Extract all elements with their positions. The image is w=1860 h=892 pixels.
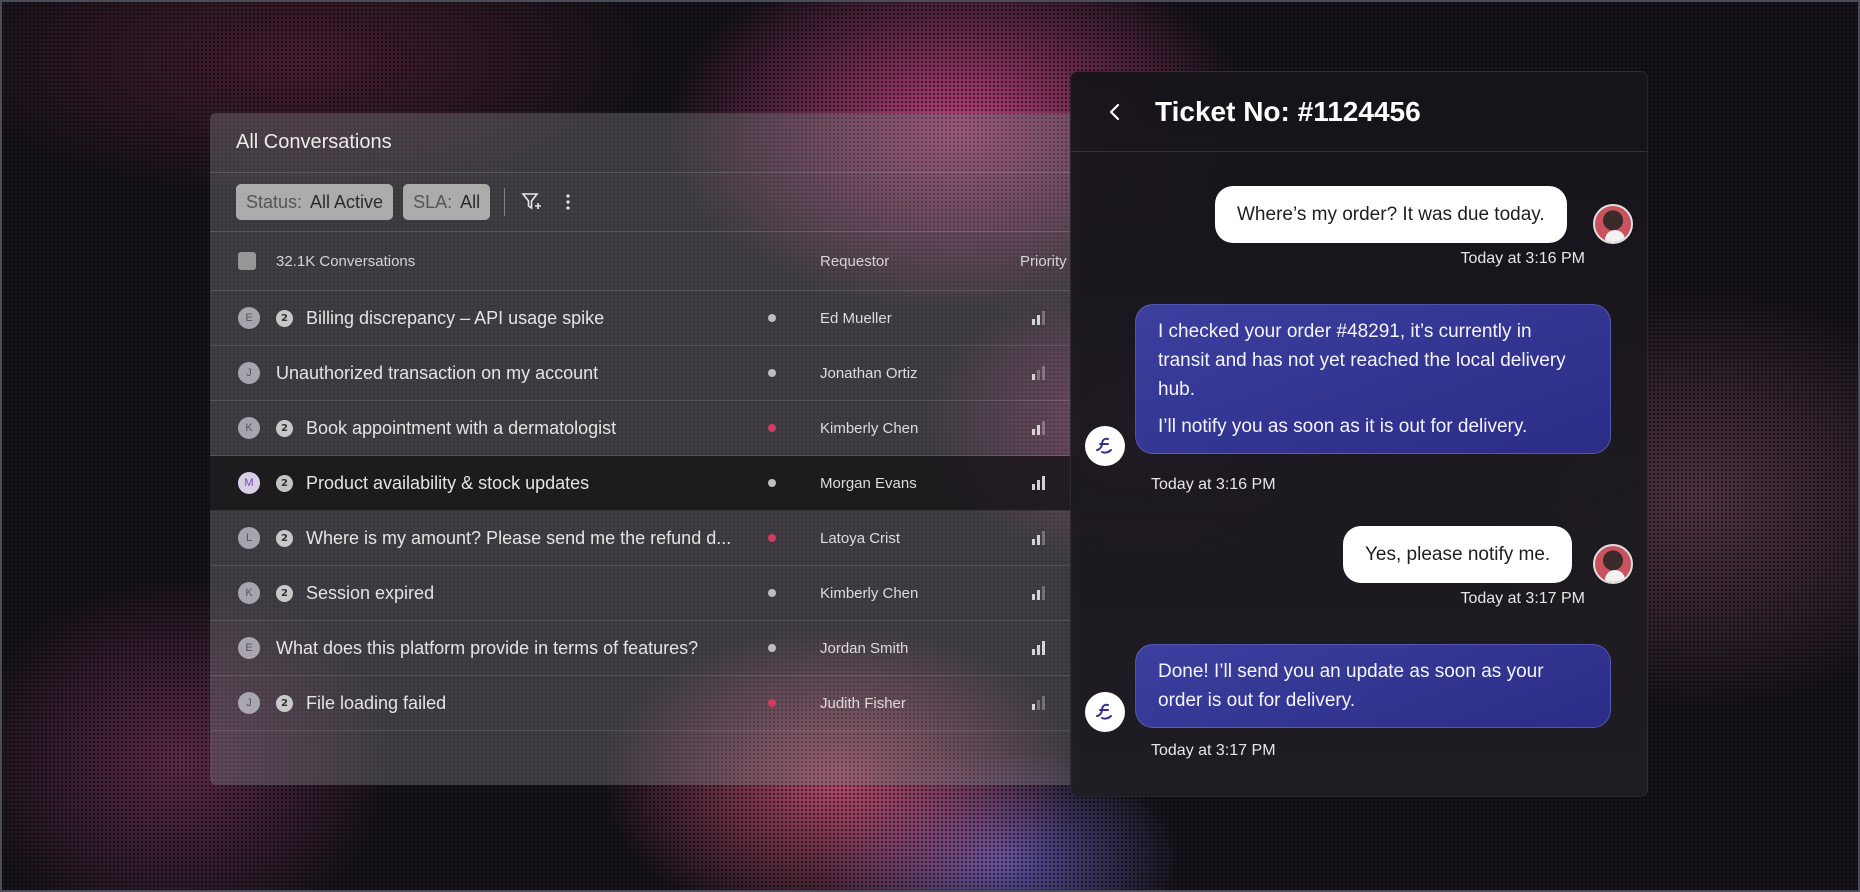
conversation-subject: Unauthorized transaction on my account [276, 362, 599, 383]
conversation-subject: Session expired [306, 582, 435, 603]
status-dot [768, 424, 776, 432]
status-dot [768, 479, 776, 487]
priority-column-header[interactable]: Priority [1020, 253, 1067, 270]
filter-bar: Status: All Active SLA: All [210, 173, 1080, 232]
message-timestamp: Today at 3:17 PM [1460, 590, 1585, 607]
requestor-name: Kimberly Chen [820, 584, 919, 602]
requestor-avatar: E [238, 307, 260, 329]
status-dot [768, 644, 776, 652]
sla-filter-key: SLA: [413, 191, 453, 212]
bot-avatar [1085, 692, 1125, 732]
priority-bars-icon [1032, 366, 1045, 380]
conversation-row[interactable]: K 2 Session expired Kimberly Chen [210, 566, 1080, 621]
more-vertical-icon[interactable] [555, 189, 581, 215]
conversation-list: E 2 Billing discrepancy – API usage spike E… [210, 291, 1080, 731]
message-timestamp: Today at 3:17 PM [1151, 742, 1276, 759]
requestor-name: Jordan Smith [820, 639, 909, 657]
requestor-name: Latoya Crist [820, 529, 901, 547]
status-dot [768, 534, 776, 542]
conversation-subject: Product availability & stock updates [306, 472, 590, 493]
message-count-badge: 2 [276, 584, 293, 602]
conversation-row[interactable]: E What does this platform provide in term… [210, 621, 1080, 676]
ticket-header: Ticket No: #1124456 [1071, 72, 1647, 152]
brand-logo-icon [1096, 437, 1112, 454]
requestor-name: Ed Mueller [820, 309, 892, 327]
priority-bars-icon [1032, 311, 1045, 325]
sla-filter-value: All [460, 191, 481, 212]
user-avatar [1593, 204, 1633, 244]
message-text: Done! I’ll send you an update as soon as… [1158, 661, 1544, 711]
conversation-row[interactable]: L 2 Where is my amount? Please send me the… [210, 511, 1080, 566]
message-text: I’ll notify you as soon as it is out for… [1158, 416, 1528, 437]
message-text: Where’s my order? It was due today. [1237, 204, 1545, 225]
back-arrow-icon[interactable] [1103, 100, 1127, 124]
conversation-row[interactable]: K 2 Book appointment with a dermatologist K… [210, 401, 1080, 456]
status-dot [768, 699, 776, 707]
ticket-title: Ticket No: #1124456 [1155, 95, 1421, 127]
divider [504, 188, 506, 216]
priority-bars-icon [1032, 641, 1045, 655]
requestor-name: Morgan Evans [820, 474, 917, 492]
agent-message: Done! I’ll send you an update as soon as… [1135, 644, 1611, 728]
priority-bars-icon [1032, 696, 1045, 710]
requestor-avatar: M [238, 472, 260, 494]
user-message: Yes, please notify me. [1343, 526, 1573, 583]
ticket-panel: Ticket No: #1124456 Where’s my order? It… [1070, 71, 1648, 797]
status-dot [768, 369, 776, 377]
message-text: Yes, please notify me. [1365, 544, 1551, 565]
panel-title: All Conversations [210, 113, 1080, 173]
message-count-badge: 2 [276, 419, 293, 437]
user-avatar [1593, 544, 1633, 584]
priority-bars-icon [1032, 421, 1045, 435]
status-dot [768, 589, 776, 597]
status-filter[interactable]: Status: All Active [236, 184, 394, 220]
conversations-panel: All Conversations Status: All Active SLA… [210, 113, 1080, 785]
message-timestamp: Today at 3:16 PM [1460, 250, 1585, 267]
conversation-row[interactable]: E 2 Billing discrepancy – API usage spike E… [210, 291, 1080, 346]
requestor-avatar: K [238, 417, 260, 439]
conversation-row[interactable]: J Unauthorized transaction on my account J… [210, 346, 1080, 401]
message-count-badge: 2 [276, 309, 293, 327]
conversation-subject: File loading failed [306, 692, 447, 713]
requestor-column-header[interactable]: Requestor [820, 253, 889, 270]
conversation-subject: Book appointment with a dermatologist [306, 417, 617, 438]
filter-add-icon[interactable] [519, 189, 545, 215]
status-filter-value: All Active [310, 191, 384, 212]
brand-logo-icon [1096, 703, 1112, 720]
conversation-subject: What does this platform provide in terms… [276, 637, 699, 658]
priority-bars-icon [1032, 531, 1045, 545]
requestor-name: Judith Fisher [820, 694, 906, 712]
requestor-name: Kimberly Chen [820, 419, 919, 437]
bot-avatar [1085, 426, 1125, 466]
requestor-avatar: E [238, 637, 260, 659]
user-message: Where’s my order? It was due today. [1215, 186, 1567, 243]
select-all-checkbox[interactable] [238, 252, 256, 270]
conversation-row[interactable]: M 2 Product availability & stock updates Mo… [210, 456, 1080, 511]
priority-bars-icon [1032, 586, 1045, 600]
status-filter-key: Status: [246, 191, 303, 212]
sla-filter[interactable]: SLA: All [403, 184, 491, 220]
message-count-badge: 2 [276, 529, 293, 547]
requestor-name: Jonathan Ortiz [820, 364, 918, 382]
requestor-avatar: L [238, 527, 260, 549]
agent-message: I checked your order #48291, it’s curren… [1135, 304, 1611, 454]
requestor-avatar: K [238, 582, 260, 604]
conversation-subject: Billing discrepancy – API usage spike [306, 307, 605, 328]
requestor-avatar: J [238, 362, 260, 384]
conversation-row[interactable]: J 2 File loading failed Judith Fisher [210, 676, 1080, 731]
message-text: I checked your order #48291, it’s curren… [1158, 321, 1566, 400]
status-dot [768, 314, 776, 322]
priority-bars-icon [1032, 476, 1045, 490]
list-header: 32.1K Conversations Requestor Priority [210, 232, 1080, 291]
message-count-badge: 2 [276, 694, 293, 712]
message-timestamp: Today at 3:16 PM [1151, 476, 1276, 493]
requestor-avatar: J [238, 692, 260, 714]
conversation-subject: Where is my amount? Please send me the r… [306, 527, 732, 548]
message-count-badge: 2 [276, 474, 293, 492]
conversation-count: 32.1K Conversations [276, 252, 416, 270]
